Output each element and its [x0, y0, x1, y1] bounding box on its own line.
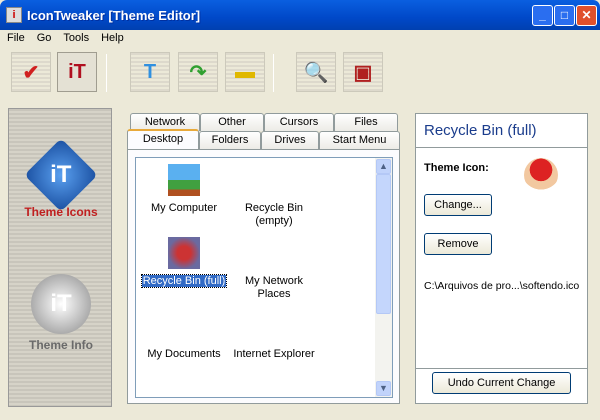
sidebar-label: Theme Info [28, 338, 93, 352]
icon-label: Recycle Bin (full) [140, 274, 228, 288]
list-item[interactable]: Internet Explorer [229, 348, 319, 361]
save-theme-button[interactable]: ▬ [225, 52, 265, 92]
new-theme-icon: T [143, 60, 157, 83]
toolbar-separator [273, 54, 274, 92]
details-title: Recycle Bin (full) [416, 114, 587, 148]
toolbar-separator [106, 54, 107, 92]
tab-start-menu[interactable]: Start Menu [319, 131, 400, 149]
theme-info-icon: iT [31, 274, 91, 334]
save-icon: ▬ [235, 60, 255, 83]
icon-label: My Computer [150, 202, 218, 214]
menu-go[interactable]: Go [37, 32, 52, 47]
toolbar: ✔ iT T ↷ ▬ 🔍 ▣ [0, 50, 600, 96]
menu-file[interactable]: File [7, 32, 25, 47]
list-item[interactable]: My Computer [139, 164, 229, 215]
icon-path: C:\Arquivos de pro...\softendo.ico [424, 280, 580, 292]
tab-drives[interactable]: Drives [261, 131, 319, 149]
theme-info-icon: iT [68, 60, 86, 83]
sidebar: iT Theme Icons iT Theme Info [8, 108, 112, 407]
my-computer-icon [168, 164, 200, 196]
list-item[interactable]: Recycle Bin (full) [139, 237, 229, 288]
apply-theme-button[interactable]: ✔ [11, 52, 51, 92]
checkmark-icon: ✔ [22, 61, 40, 84]
icon-details-panel: Recycle Bin (full) Theme Icon: Change...… [415, 113, 588, 404]
new-theme-button[interactable]: T [130, 52, 170, 92]
scroll-up-icon[interactable]: ▲ [376, 159, 391, 174]
scroll-down-icon[interactable]: ▼ [376, 381, 391, 396]
monitor-icon: ▣ [353, 61, 373, 84]
maximize-button[interactable]: □ [554, 5, 575, 26]
icon-label: Recycle Bin (empty) [244, 202, 304, 227]
app-icon: i [6, 7, 22, 23]
preview-button[interactable]: 🔍 [296, 52, 336, 92]
recycle-bin-full-icon [168, 237, 200, 269]
list-item[interactable]: My Network Places [229, 275, 319, 301]
tab-folders[interactable]: Folders [199, 131, 261, 149]
tab-other[interactable]: Other [200, 113, 264, 131]
menu-tools[interactable]: Tools [63, 32, 89, 47]
tab-files[interactable]: Files [334, 113, 398, 131]
icon-label: Internet Explorer [233, 348, 315, 360]
icon-category-tabs: Network Other Cursors Files Desktop Fold… [127, 113, 401, 404]
menu-bar: File Go Tools Help [0, 30, 600, 47]
list-item[interactable]: Recycle Bin (empty) [229, 202, 319, 228]
list-item[interactable]: My Documents [139, 348, 229, 361]
system-button[interactable]: ▣ [343, 52, 383, 92]
icon-label: My Network Places [244, 275, 304, 300]
title-bar: i IconTweaker [Theme Editor] _ □ ✕ [0, 0, 600, 30]
theme-icons-icon: iT [24, 138, 98, 212]
open-theme-button[interactable]: ↷ [178, 52, 218, 92]
window-title: IconTweaker [Theme Editor] [27, 8, 201, 23]
sidebar-item-theme-icons[interactable]: iT Theme Icons [9, 138, 113, 219]
vertical-scrollbar[interactable]: ▲ ▼ [375, 158, 392, 397]
scroll-thumb[interactable] [376, 174, 391, 314]
remove-button[interactable]: Remove [424, 233, 492, 255]
tab-desktop[interactable]: Desktop [127, 129, 199, 149]
theme-icon-preview [524, 158, 558, 192]
icon-label: My Documents [147, 348, 221, 360]
undo-change-button[interactable]: Undo Current Change [432, 372, 571, 394]
menu-help[interactable]: Help [101, 32, 124, 47]
tab-cursors[interactable]: Cursors [264, 113, 334, 131]
close-button[interactable]: ✕ [576, 5, 597, 26]
folder-arrow-icon: ↷ [189, 61, 207, 84]
magnifier-icon: 🔍 [303, 61, 329, 84]
sidebar-item-theme-info[interactable]: iT Theme Info [9, 274, 113, 352]
minimize-button[interactable]: _ [532, 5, 553, 26]
theme-info-button[interactable]: iT [57, 52, 97, 92]
theme-icon-label: Theme Icon: [424, 162, 489, 174]
change-button[interactable]: Change... [424, 194, 492, 216]
divider [416, 368, 587, 369]
icon-list: My Computer Recycle Bin (empty) Recycle … [135, 157, 393, 398]
tab-pane: My Computer Recycle Bin (empty) Recycle … [127, 149, 400, 404]
